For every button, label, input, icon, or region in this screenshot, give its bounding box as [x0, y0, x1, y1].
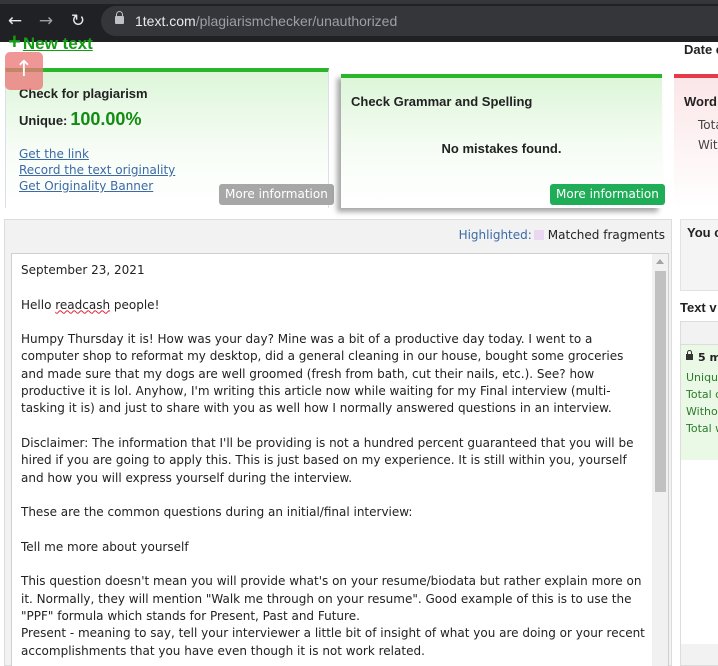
matched-label: Matched fragments	[547, 228, 665, 242]
unique-row: Unique: 100.00%	[19, 109, 141, 130]
version-time: 5 m	[698, 351, 718, 364]
word-card-title: Word	[684, 94, 717, 109]
greeting-pre: Hello	[21, 297, 56, 312]
text-paragraph: These are the common questions during an…	[21, 505, 413, 520]
reload-icon[interactable]: ↻	[67, 10, 89, 32]
url-host: 1text.com	[135, 13, 196, 29]
grammar-more-info-button[interactable]: More information	[550, 184, 665, 205]
originality-banner-link[interactable]: Get Originality Banner	[19, 179, 153, 193]
text-versions-title: Text v	[680, 300, 717, 315]
get-link-link[interactable]: Get the link	[19, 147, 89, 161]
unique-label: Unique:	[19, 113, 68, 128]
greeting-post: people!	[110, 297, 160, 312]
highlight-legend: Highlighted: Matched fragments	[459, 228, 665, 242]
highlighted-label: Highlighted:	[458, 228, 532, 242]
url-path: /plagiarismchecker/unauthorized	[195, 13, 398, 29]
plagiarism-more-info-button[interactable]: More information	[219, 184, 334, 205]
arrow-up-icon: ↑	[14, 57, 34, 82]
plagiarism-card: Check for plagiarism Unique: 100.00% Get …	[5, 68, 334, 208]
scroll-up-arrow-icon[interactable]	[656, 259, 664, 264]
scroll-top-button[interactable]: ↑	[5, 52, 43, 90]
lock-icon	[686, 350, 693, 360]
unique-value: 100.00%	[70, 109, 142, 129]
grammar-result: No mistakes found.	[441, 141, 562, 156]
version-line: Total c	[686, 388, 718, 401]
right-box-title: You c	[687, 225, 718, 240]
text-paragraph: Tell me more about yourself	[21, 539, 189, 554]
text-paragraph: Present - meaning to say, tell your inte…	[21, 626, 645, 658]
lock-icon	[115, 11, 124, 24]
forward-arrow-icon[interactable]: →	[35, 10, 57, 32]
new-text-link[interactable]: + New text	[8, 29, 93, 54]
text-panel: Highlighted: Matched fragments September …	[4, 219, 672, 666]
version-line: Withou	[686, 405, 718, 418]
address-bar[interactable]: 1text.com/plagiarismchecker/unauthorized	[101, 6, 718, 36]
text-paragraph: Disclaimer: The information that I'll be…	[21, 435, 634, 485]
misspelled-word[interactable]: readcash	[55, 298, 110, 312]
version-line: Unique	[686, 371, 718, 384]
scrollbar-thumb[interactable]	[655, 271, 666, 492]
matched-swatch	[533, 230, 544, 240]
version-item[interactable]: 5 m Unique Total c Withou Total w	[681, 345, 718, 460]
versions-list: 5 m Unique Total c Withou Total w	[681, 344, 718, 644]
text-greeting: Hello readcash people!	[21, 297, 646, 314]
date-label: Date c	[684, 42, 718, 57]
word-count-card: Word Tota Wit	[674, 74, 718, 208]
url-text[interactable]: 1text.com/plagiarismchecker/unauthorized	[135, 13, 397, 29]
grammar-card: Check Grammar and Spelling No mistakes f…	[341, 74, 665, 208]
word-card-line: Wit	[698, 138, 718, 152]
text-paragraph: Humpy Thursday it is! How was your day? …	[21, 332, 624, 416]
text-versions-panel: 5 m Unique Total c Withou Total w	[680, 321, 718, 666]
new-text-label: New text	[22, 34, 93, 53]
text-paragraph: This question doesn't mean you will prov…	[21, 574, 642, 623]
plus-icon: +	[8, 29, 21, 54]
record-originality-link[interactable]: Record the text originality	[19, 163, 175, 177]
word-card-line: Tota	[698, 118, 718, 132]
text-scrollbar[interactable]	[652, 254, 668, 666]
text-content: September 23, 2021 Hello readcash people…	[21, 262, 646, 666]
checked-text-area[interactable]: September 23, 2021 Hello readcash people…	[11, 253, 669, 666]
text-date: September 23, 2021	[21, 263, 145, 277]
grammar-card-title: Check Grammar and Spelling	[351, 94, 533, 109]
version-line: Total w	[686, 422, 718, 435]
right-info-box: You c	[680, 219, 718, 291]
browser-toolbar: ← → ↻ 1text.com/plagiarismchecker/unauth…	[0, 0, 718, 42]
